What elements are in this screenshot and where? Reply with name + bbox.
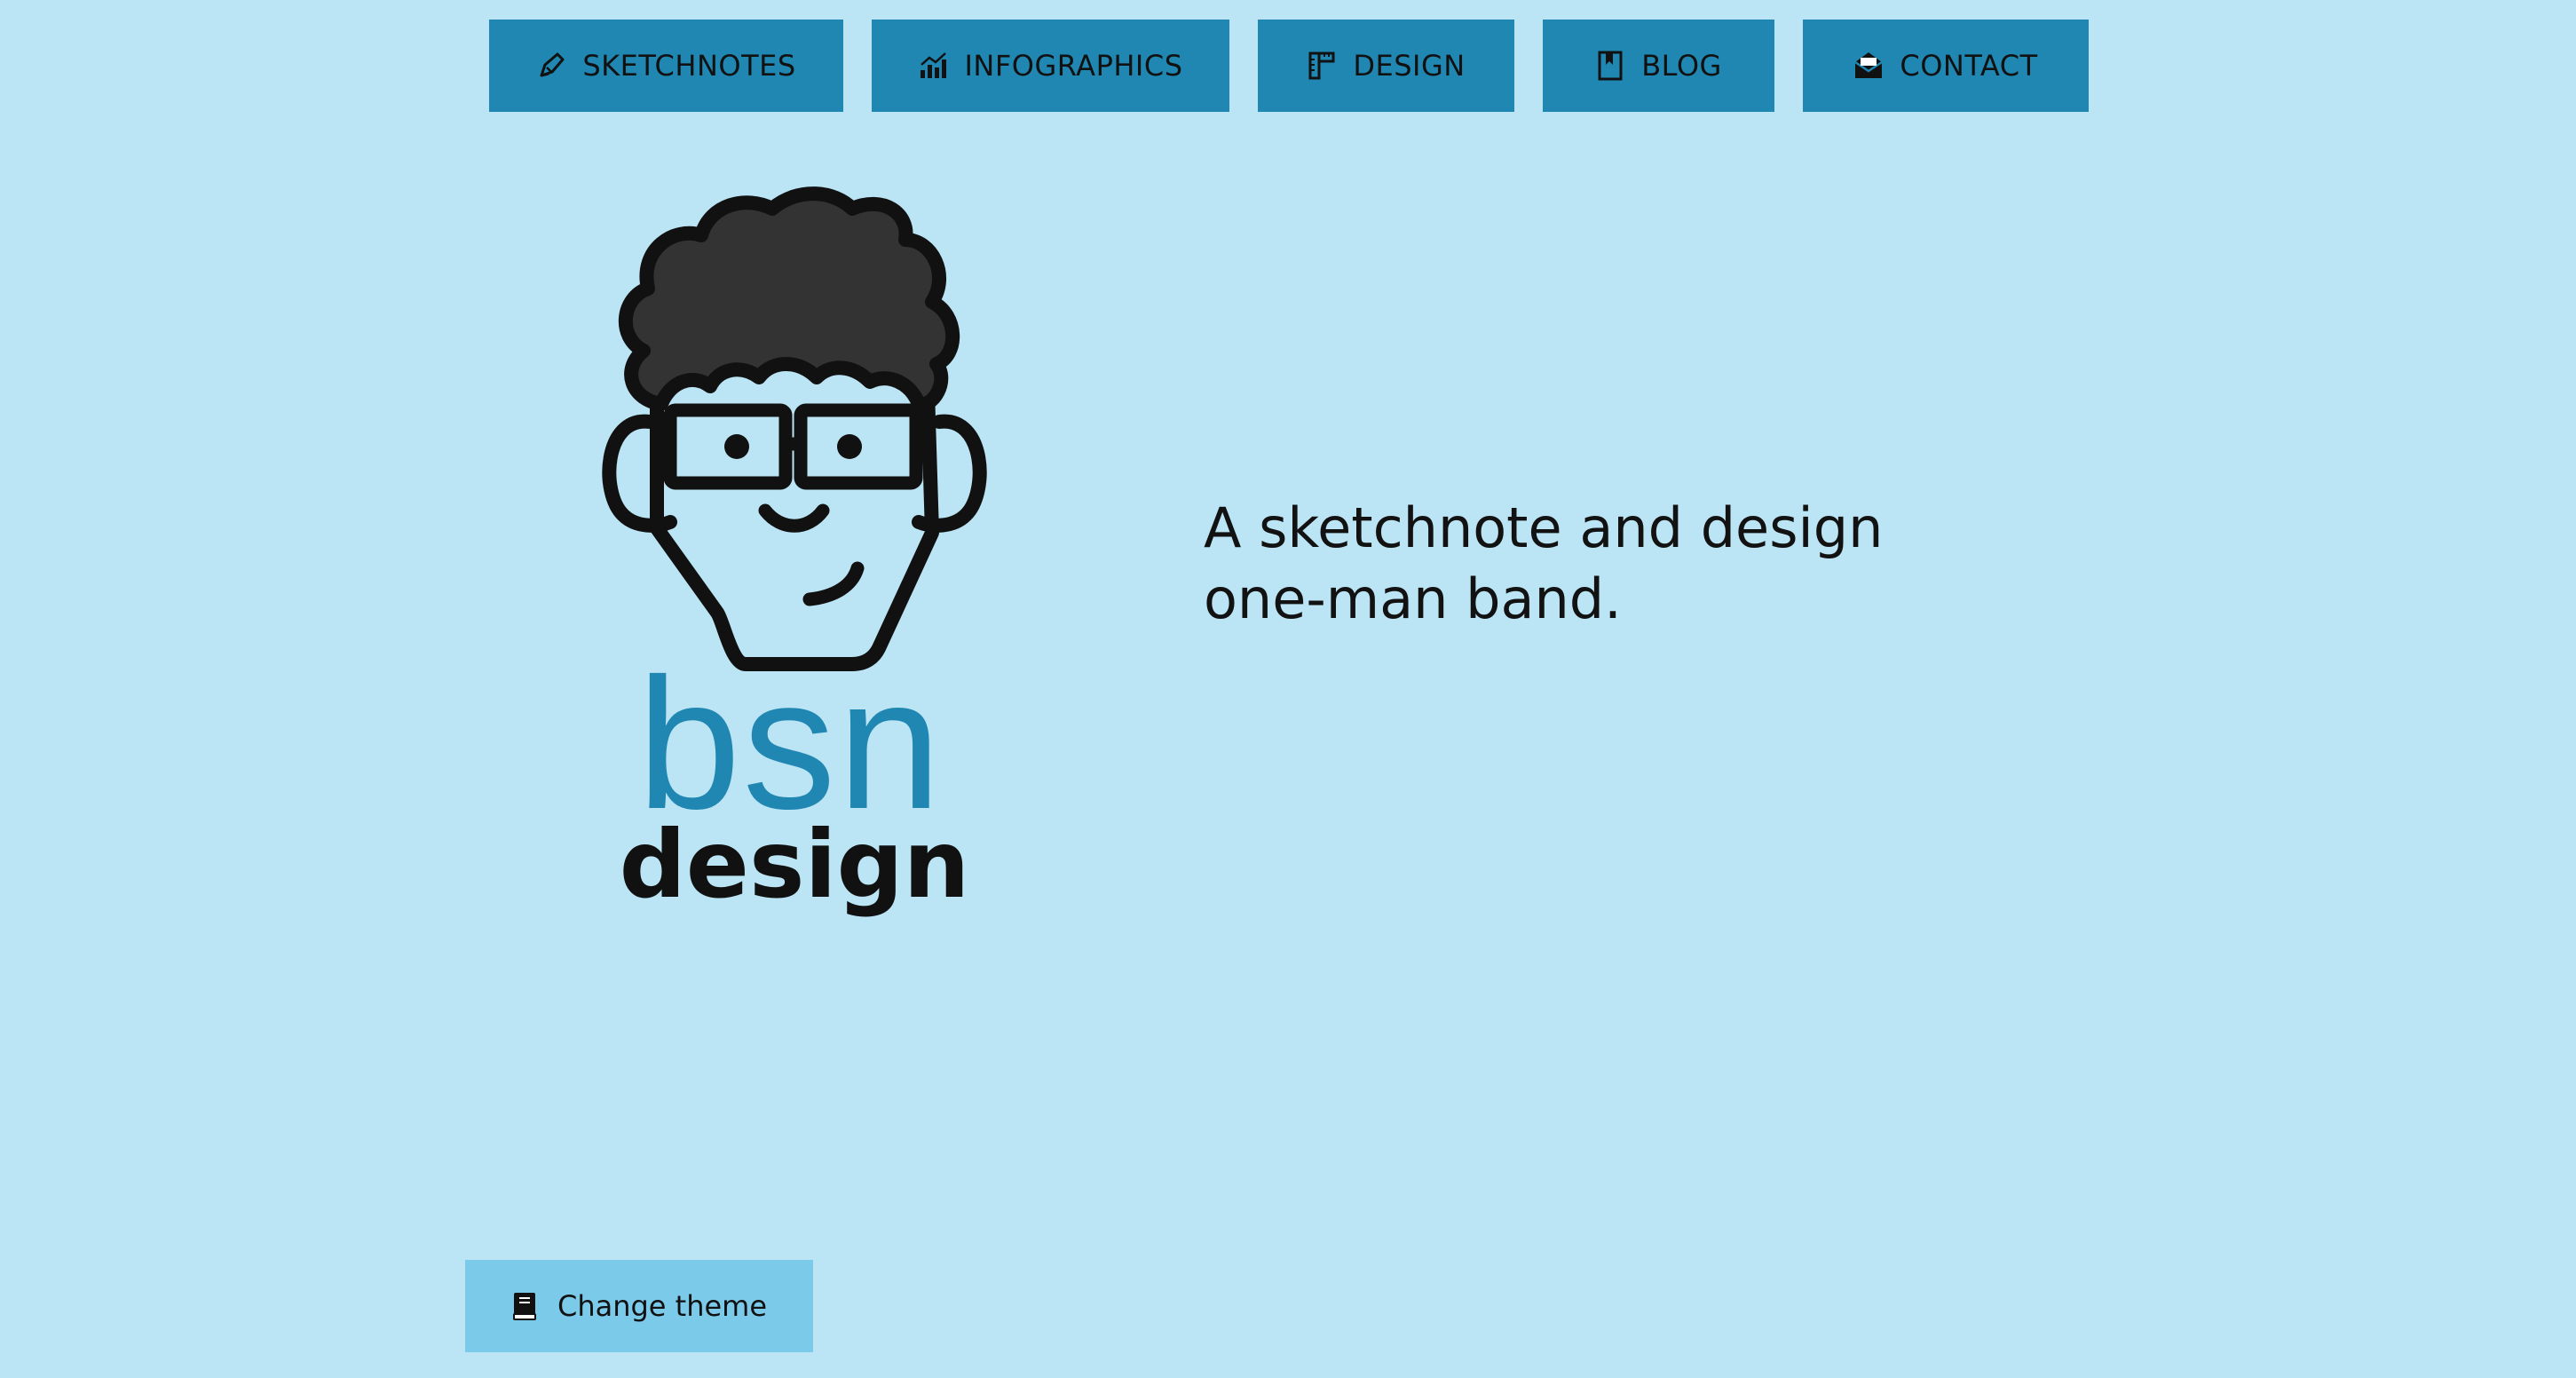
nav-contact-button[interactable]: CONTACT — [1803, 20, 2089, 112]
nav-infographics-button[interactable]: INFOGRAPHICS — [872, 20, 1229, 112]
bookmark-icon — [1595, 51, 1625, 81]
mouth — [802, 561, 865, 606]
change-theme-button[interactable]: Change theme — [465, 1260, 813, 1352]
nav-blog-button[interactable]: BLOG — [1543, 20, 1774, 112]
nose — [758, 503, 830, 533]
pen-icon — [536, 51, 566, 81]
left-eye — [724, 434, 749, 459]
chart-icon — [918, 51, 948, 81]
nav-sketchnotes-button[interactable]: SKETCHNOTES — [489, 20, 843, 112]
nav-blog-label: BLOG — [1641, 49, 1722, 83]
nav-contact-label: CONTACT — [1900, 49, 2038, 83]
nav-infographics-label: INFOGRAPHICS — [964, 49, 1183, 83]
change-theme-label: Change theme — [557, 1289, 768, 1323]
bsn-design-logo: bsn design — [568, 178, 1021, 950]
tagline-text: A sketchnote and design one-man band. — [1204, 495, 1884, 631]
hair — [618, 186, 960, 412]
envelope-icon — [1853, 51, 1884, 81]
right-eye — [837, 434, 862, 459]
nav-design-button[interactable]: DESIGN — [1258, 20, 1514, 112]
book-icon — [511, 1291, 538, 1321]
nav-sketchnotes-label: SKETCHNOTES — [582, 49, 796, 83]
ruler-icon — [1307, 51, 1337, 81]
logo-design-text: design — [620, 811, 970, 919]
nav-design-label: DESIGN — [1353, 49, 1466, 83]
